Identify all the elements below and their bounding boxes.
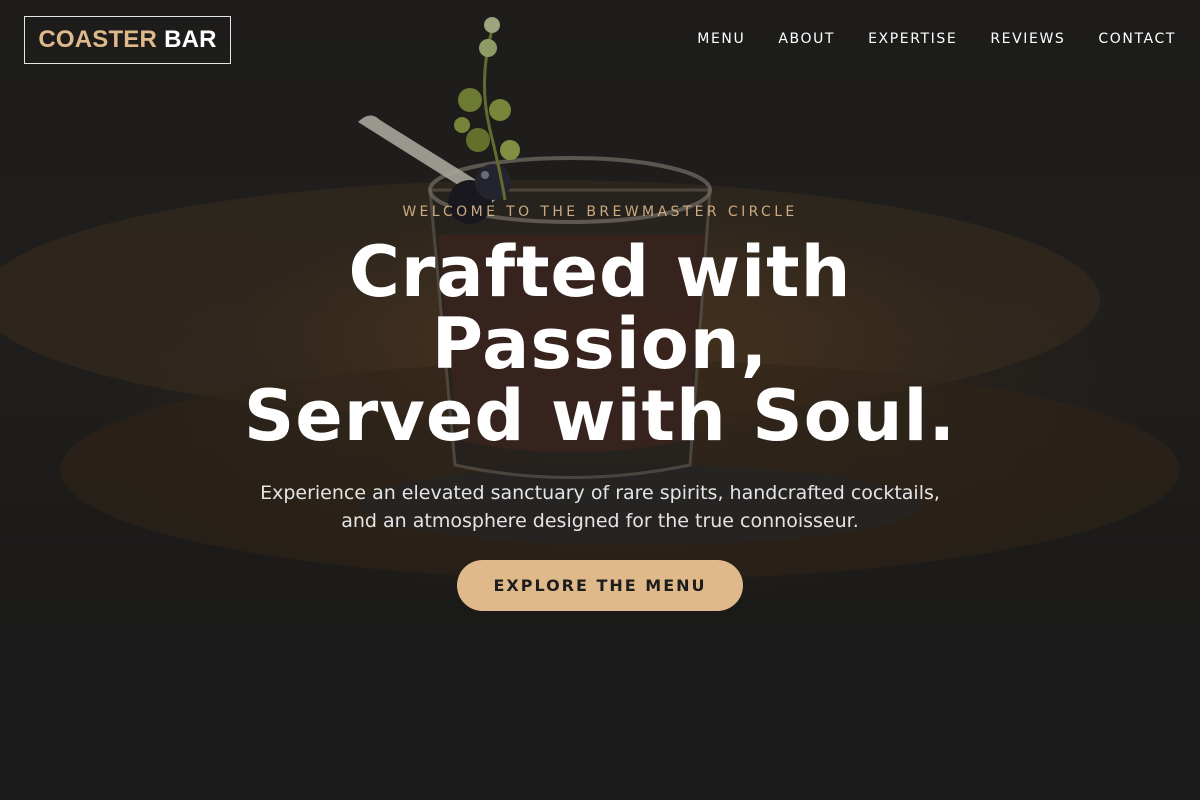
hero-headline-line-3: Served with Soul.: [243, 375, 957, 457]
hero-headline: Crafted with Passion, Served with Soul.: [0, 236, 1200, 452]
hero-section: COASTER BAR MENU ABOUT EXPERTISE REVIEWS…: [0, 0, 1200, 800]
brand-name-accent: COASTER: [38, 26, 158, 53]
hero-eyebrow: WELCOME TO THE BREWMASTER CIRCLE: [402, 204, 798, 220]
nav-item-expertise[interactable]: EXPERTISE: [868, 31, 957, 47]
hero-headline-line-2: Passion,: [431, 303, 769, 385]
nav-item-contact[interactable]: CONTACT: [1098, 31, 1176, 47]
brand-logo[interactable]: COASTER BAR: [24, 16, 231, 64]
nav-item-about[interactable]: ABOUT: [778, 31, 835, 47]
explore-menu-button[interactable]: EXPLORE THE MENU: [457, 560, 743, 611]
nav-item-reviews[interactable]: REVIEWS: [990, 31, 1065, 47]
nav-item-menu[interactable]: MENU: [697, 31, 745, 47]
main-navigation: MENU ABOUT EXPERTISE REVIEWS CONTACT: [697, 31, 1176, 47]
hero-headline-line-1: Crafted with: [348, 231, 852, 313]
brand-name-plain: BAR: [164, 26, 217, 53]
hero-subtext: Experience an elevated sanctuary of rare…: [260, 482, 940, 532]
